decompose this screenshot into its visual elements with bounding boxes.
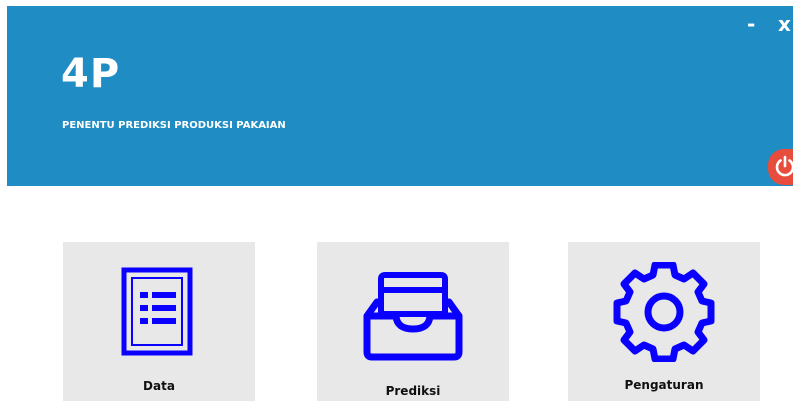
menu-tile-data[interactable]: Data xyxy=(63,242,255,401)
menu-tile-data-label: Data xyxy=(143,379,175,393)
close-button[interactable]: x xyxy=(778,14,791,34)
inbox-tray-icon xyxy=(363,272,463,361)
menu-tile-pengaturan-label: Pengaturan xyxy=(624,378,704,392)
app-logo-text: 4P xyxy=(61,51,121,97)
minimize-button[interactable]: - xyxy=(747,14,755,34)
menu-tile-prediksi-label: Prediksi xyxy=(385,384,441,398)
menu-tile-pengaturan[interactable]: Pengaturan xyxy=(568,242,760,401)
gear-icon xyxy=(613,262,715,362)
power-button[interactable] xyxy=(768,149,793,185)
list-document-icon xyxy=(121,267,193,356)
app-header: 4P PENENTU PREDIKSI PRODUKSI PAKAIAN - x xyxy=(7,6,793,186)
power-icon xyxy=(775,155,793,177)
menu-tile-prediksi[interactable]: Prediksi xyxy=(317,242,509,401)
app-subtitle: PENENTU PREDIKSI PRODUKSI PAKAIAN xyxy=(62,120,286,131)
